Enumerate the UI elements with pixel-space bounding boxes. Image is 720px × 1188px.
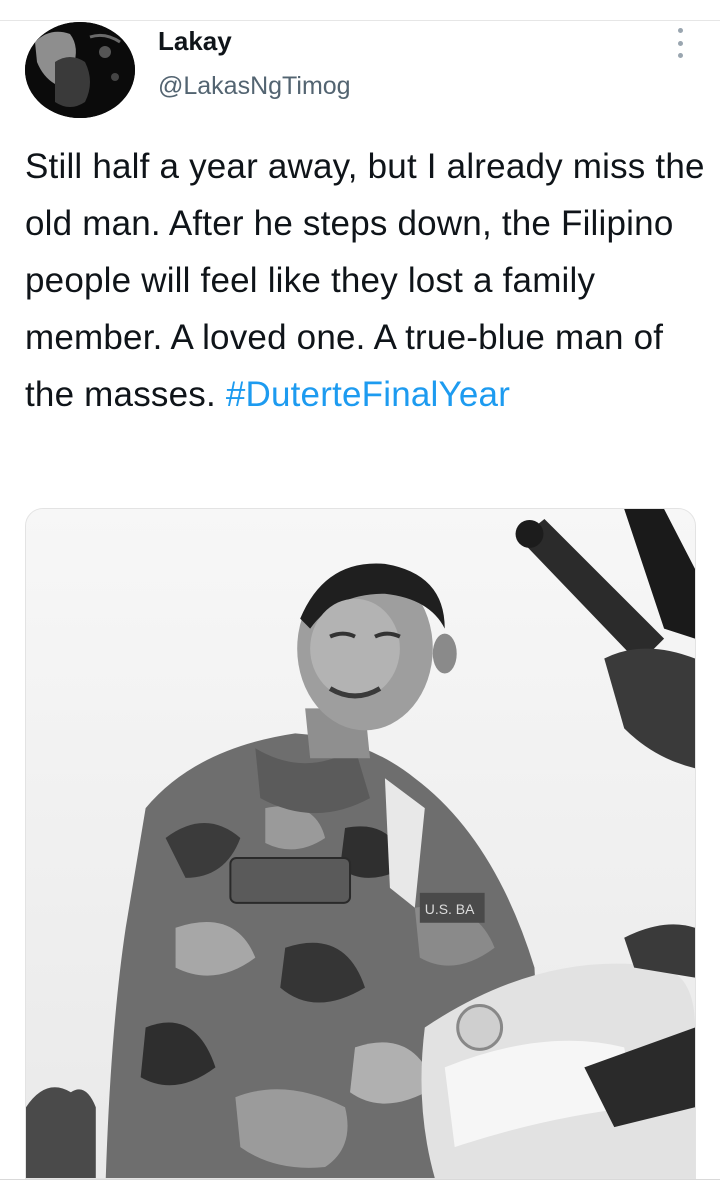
hashtag-link[interactable]: #DuterteFinalYear (226, 375, 510, 414)
more-dot (677, 40, 683, 46)
more-dot (677, 28, 683, 33)
tweet-text: Still half a year away, but I already mi… (25, 138, 705, 423)
top-divider (0, 20, 720, 21)
photo-illustration: U.S. BA (26, 509, 695, 1178)
avatar[interactable] (25, 22, 135, 118)
more-vertical-icon[interactable] (670, 28, 690, 58)
tweet-media-photo[interactable]: U.S. BA (25, 508, 696, 1179)
tweet-body: Still half a year away, but I already mi… (25, 147, 705, 414)
jacket-patch-text: U.S. BA (425, 901, 475, 917)
user-handle[interactable]: @LakasNgTimog (158, 72, 351, 101)
display-name[interactable]: Lakay (158, 26, 232, 57)
more-dot (677, 53, 683, 58)
avatar-photo (25, 22, 135, 118)
bottom-divider (0, 1179, 720, 1180)
